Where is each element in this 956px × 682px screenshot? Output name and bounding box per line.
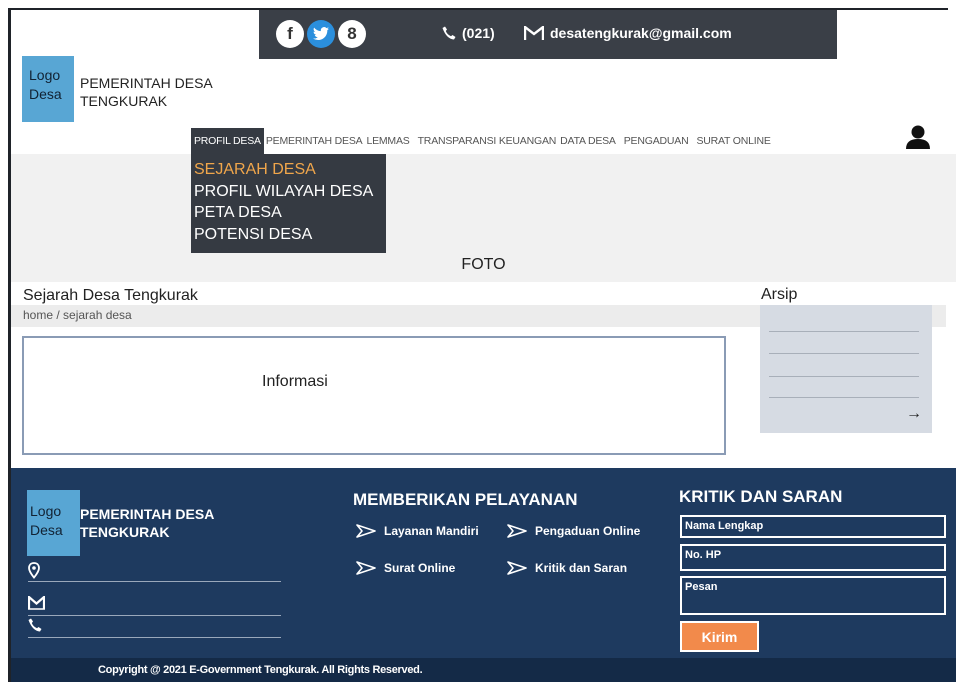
footer: Logo Desa PEMERINTAH DESA TENGKURAK MEMB… <box>11 468 956 682</box>
service-link-kritik-dan-saran[interactable]: Kritik dan Saran <box>507 561 627 575</box>
dropdown-item-profil-wilayah-desa[interactable]: PROFIL WILAYAH DESA <box>194 181 386 203</box>
service-label: Pengaduan Online <box>535 524 641 538</box>
nav-item-pemerintah-desa[interactable]: PEMERINTAH DESA <box>264 135 365 147</box>
send-arrow-icon <box>356 561 376 575</box>
page: f 8 (021) desatengkurak@gmail.com Logo D… <box>0 0 956 682</box>
nav-item-data-desa[interactable]: DATA DESA <box>558 135 618 147</box>
nav-item-lemmas[interactable]: LEMMAS <box>364 135 411 147</box>
phone-contact[interactable]: (021) <box>442 25 495 41</box>
email-contact[interactable]: desatengkurak@gmail.com <box>524 25 732 41</box>
archive-panel: → <box>760 305 932 433</box>
email-address: desatengkurak@gmail.com <box>550 25 732 41</box>
copyright-bar: Copyright @ 2021 E-Government Tengkurak.… <box>11 658 956 682</box>
main-nav: PROFIL DESA PEMERINTAH DESA LEMMAS TRANS… <box>191 128 773 154</box>
send-arrow-icon <box>507 524 527 538</box>
archive-entry[interactable] <box>769 397 919 398</box>
message-field[interactable]: Pesan <box>680 576 946 615</box>
feedback-title: KRITIK DAN SARAN <box>679 487 843 506</box>
site-name-line-2: TENGKURAK <box>80 93 168 109</box>
phone-number: (021) <box>462 25 495 41</box>
service-label: Kritik dan Saran <box>535 561 628 575</box>
information-panel: Informasi <box>22 336 726 455</box>
hero-photo: FOTO <box>11 154 956 282</box>
footer-address <box>28 562 281 582</box>
user-icon[interactable] <box>903 124 933 150</box>
logo-line-2: Desa <box>29 86 62 102</box>
archive-title: Arsip <box>761 286 798 303</box>
service-label: Surat Online <box>384 561 456 575</box>
dropdown-item-potensi-desa[interactable]: POTENSI DESA <box>194 224 386 246</box>
copyright-text: Copyright @ 2021 E-Government Tengkurak.… <box>98 664 423 676</box>
footer-email <box>28 596 281 616</box>
profil-desa-dropdown: SEJARAH DESA PROFIL WILAYAH DESA PETA DE… <box>191 154 386 253</box>
logo[interactable]: Logo Desa <box>22 56 74 122</box>
nav-item-profil-desa[interactable]: PROFIL DESA <box>191 128 264 154</box>
name-field[interactable]: Nama Lengkap <box>680 515 946 538</box>
phone-field[interactable]: No. HP <box>680 544 946 571</box>
nav-item-surat-online[interactable]: SURAT ONLINE <box>694 135 772 147</box>
information-label: Informasi <box>262 373 328 390</box>
facebook-icon[interactable]: f <box>276 20 304 48</box>
archive-entry[interactable] <box>769 376 919 377</box>
service-label: Layanan Mandiri <box>384 524 479 538</box>
footer-site-name: PEMERINTAH DESA TENGKURAK <box>80 505 250 541</box>
archive-next-arrow-icon[interactable]: → <box>906 405 922 423</box>
send-arrow-icon <box>507 561 527 575</box>
archive-entry[interactable] <box>769 331 919 332</box>
dropdown-item-sejarah-desa[interactable]: SEJARAH DESA <box>194 159 386 181</box>
nav-item-pengaduan[interactable]: PENGADUAN <box>622 135 691 147</box>
site-name-line-1: PEMERINTAH DESA <box>80 75 213 91</box>
services-title: MEMBERIKAN PELAYANAN <box>353 490 578 509</box>
mail-icon <box>524 25 544 40</box>
site-name[interactable]: PEMERINTAH DESA TENGKURAK <box>80 74 240 110</box>
submit-button[interactable]: Kirim <box>680 621 759 652</box>
contact-bar: f 8 (021) desatengkurak@gmail.com <box>259 10 837 59</box>
footer-site-name-line-1: PEMERINTAH DESA <box>80 506 215 522</box>
location-pin-icon <box>28 562 40 579</box>
logo-line-1: Logo <box>29 67 61 83</box>
twitter-icon[interactable] <box>307 20 335 48</box>
nav-item-transparansi-keuangan[interactable]: TRANSPARANSI KEUANGAN <box>416 135 559 147</box>
archive-entry[interactable] <box>769 353 919 354</box>
send-arrow-icon <box>356 524 376 538</box>
mail-icon <box>28 596 45 610</box>
footer-phone <box>28 618 281 638</box>
service-link-layanan-mandiri[interactable]: Layanan Mandiri <box>356 524 479 538</box>
footer-logo-line-1: Logo <box>30 503 62 519</box>
hero-label: FOTO <box>461 256 506 273</box>
dropdown-item-peta-desa[interactable]: PETA DESA <box>194 202 386 224</box>
footer-logo[interactable]: Logo Desa <box>27 490 80 556</box>
google-plus-icon[interactable]: 8 <box>338 20 366 48</box>
phone-icon <box>442 26 456 40</box>
service-link-surat-online[interactable]: Surat Online <box>356 561 455 575</box>
page-title: Sejarah Desa Tengkurak <box>23 287 198 304</box>
footer-site-name-line-2: TENGKURAK <box>80 524 170 540</box>
service-link-pengaduan-online[interactable]: Pengaduan Online <box>507 524 640 538</box>
phone-icon <box>28 618 42 632</box>
footer-logo-line-2: Desa <box>30 522 63 538</box>
